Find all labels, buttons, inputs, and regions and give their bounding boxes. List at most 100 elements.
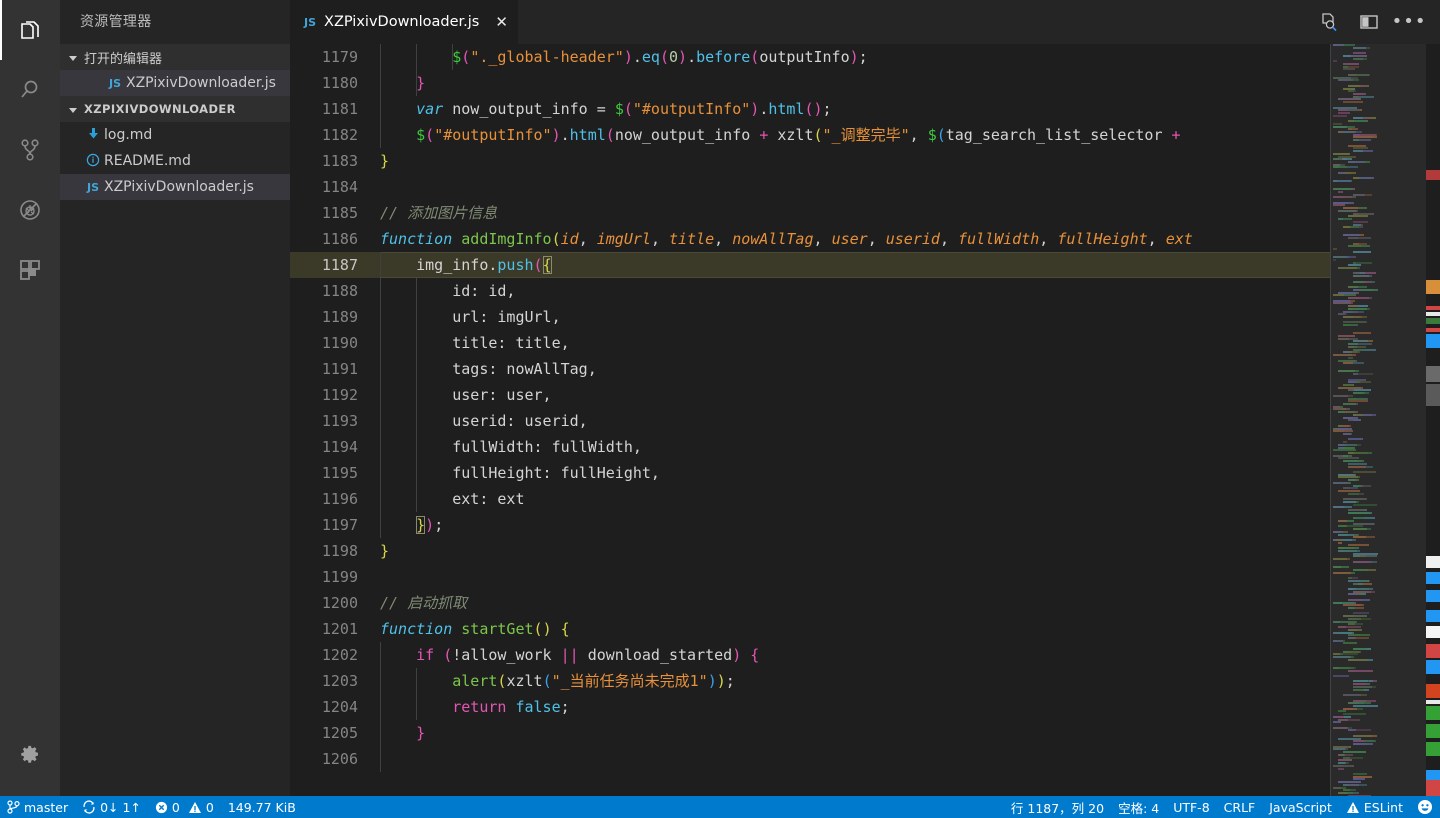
code-text: var now_output_info = $("#outputInfo").h… [380,96,831,122]
code-line[interactable]: 1206 [290,746,1440,772]
code-line[interactable]: 1200 // 启动抓取 [290,590,1440,616]
minimap-line [1333,44,1343,46]
code-line[interactable]: 1185 // 添加图片信息 [290,200,1440,226]
code-scroll-area[interactable]: 1179 $("._global-header").eq(0).before(o… [290,44,1440,796]
warning-icon [1346,801,1359,813]
status-eol[interactable]: CRLF [1217,796,1263,818]
minimap[interactable] [1330,44,1426,796]
code-token: before [696,48,751,66]
status-sync[interactable]: 0↓ 1↑ [75,796,148,818]
code-line[interactable]: 1183} [290,148,1440,174]
code-line[interactable]: 1204 return false; [290,694,1440,720]
js-file-icon: JS [304,15,317,29]
status-indentation[interactable]: 空格: 4 [1111,796,1166,818]
code-text: if (!allow_work || download_started) { [380,642,759,668]
status-cursor-position[interactable]: 行 1187，列 20 [1004,796,1111,818]
minimap-line [1353,46,1367,49]
status-problems[interactable]: 0 0 [148,796,221,818]
editor-group: JS XZPixivDownloader.js ✕ ••• 1179 $("._… [290,0,1440,796]
minimap-line [1353,193,1365,196]
code-editor[interactable]: 1179 $("._global-header").eq(0).before(o… [290,44,1440,796]
code-text: // 启动抓取 [380,590,467,616]
tab-xzpixivdownloader-js[interactable]: JS XZPixivDownloader.js ✕ [290,0,518,44]
code-token: ( [750,48,760,66]
code-token: ( [605,126,615,144]
status-feedback[interactable] [1410,796,1440,818]
section-folder-root[interactable]: XZPIXIVDOWNLOADER [60,96,290,122]
code-line[interactable]: 1193 userid: userid, [290,408,1440,434]
minimap-line [1353,52,1366,55]
code-token: alert [452,672,498,690]
section-open-editors[interactable]: 打开的编辑器 [60,44,290,70]
code-token: , [867,230,886,248]
minimap-line [1348,144,1367,147]
code-line-current[interactable]: 1187 img_info.push({ [290,252,1440,278]
open-changes-icon[interactable] [1318,11,1340,33]
minimap-line [1333,539,1337,542]
code-line[interactable]: 1203 alert(xzlt("_当前任务尚未完成1")); [290,668,1440,694]
minimap-line [1348,669,1370,672]
code-token: ; [560,698,570,716]
code-line[interactable]: 1180 } [290,70,1440,96]
code-line[interactable]: 1197 }); [290,512,1440,538]
code-line[interactable]: 1195 fullHeight: fullHeight, [290,460,1440,486]
file-item-readme-md[interactable]: README.md [60,148,290,174]
activitybar-item-extensions[interactable] [0,240,60,300]
code-line[interactable]: 1202 if (!allow_work || download_started… [290,642,1440,668]
code-line[interactable]: 1196 ext: ext [290,486,1440,512]
code-token: , [909,126,928,144]
code-token: html [768,100,805,118]
overview-ruler[interactable] [1426,44,1440,796]
status-eslint[interactable]: ESLint [1339,796,1410,818]
warning-icon [188,801,201,813]
activitybar-item-manage[interactable] [0,724,60,784]
activity-bar [0,0,60,796]
code-line[interactable]: 1189 url: imgUrl, [290,304,1440,330]
line-number: 1179 [321,48,358,66]
code-line[interactable]: 1201 function startGet() { [290,616,1440,642]
code-line[interactable]: 1179 $("._global-header").eq(0).before(o… [290,44,1440,70]
activitybar-item-search[interactable] [0,60,60,120]
close-icon[interactable]: ✕ [495,14,508,30]
status-file-size[interactable]: 149.77 KiB [221,796,303,818]
code-line[interactable]: 1191 tags: nowAllTag, [290,356,1440,382]
more-actions-icon[interactable]: ••• [1392,11,1426,33]
split-editor-icon[interactable] [1358,11,1380,33]
code-line[interactable]: 1186 function addImgInfo(id, imgUrl, titl… [290,226,1440,252]
code-line[interactable]: 1184 [290,174,1440,200]
minimap-line [1343,63,1360,66]
code-token: ( [623,100,633,118]
open-editor-item-0[interactable]: JS XZPixivDownloader.js [60,70,290,96]
minimap-line [1348,296,1369,299]
code-token: userid [885,230,940,248]
code-line[interactable]: 1181 var now_output_info = $("#outputInf… [290,96,1440,122]
code-line[interactable]: 1188 id: id, [290,278,1440,304]
activitybar-item-source-control[interactable] [0,120,60,180]
file-item-log-md[interactable]: log.md [60,122,290,148]
minimap-line [1333,430,1354,433]
code-token: ) [707,672,717,690]
code-line[interactable]: 1199 [290,564,1440,590]
line-number: 1190 [321,334,358,352]
code-line[interactable]: 1182 $("#outputInfo").html(now_output_in… [290,122,1440,148]
status-encoding[interactable]: UTF-8 [1166,796,1216,818]
file-item-xzpixivdownloader-js[interactable]: JS XZPixivDownloader.js [60,174,290,200]
code-line[interactable]: 1192 user: user, [290,382,1440,408]
activitybar-item-run-and-debug[interactable] [0,180,60,240]
minimap-line [1333,745,1349,748]
status-cursor-position-label: 行 1187，列 20 [1010,800,1105,816]
activitybar-item-explorer[interactable] [0,0,60,60]
minimap-line [1333,106,1358,109]
overview-ruler-mark [1426,384,1440,406]
code-token: ) [716,672,726,690]
code-line[interactable]: 1205 } [290,720,1440,746]
minimap-line [1333,558,1348,561]
status-language-mode[interactable]: JavaScript [1262,796,1339,818]
minimap-line [1348,305,1358,308]
status-git-branch[interactable]: master [0,796,75,818]
minimap-line [1348,438,1364,441]
code-token: } [380,152,390,170]
code-line[interactable]: 1190 title: title, [290,330,1440,356]
code-line[interactable]: 1194 fullWidth: fullWidth, [290,434,1440,460]
code-line[interactable]: 1198} [290,538,1440,564]
